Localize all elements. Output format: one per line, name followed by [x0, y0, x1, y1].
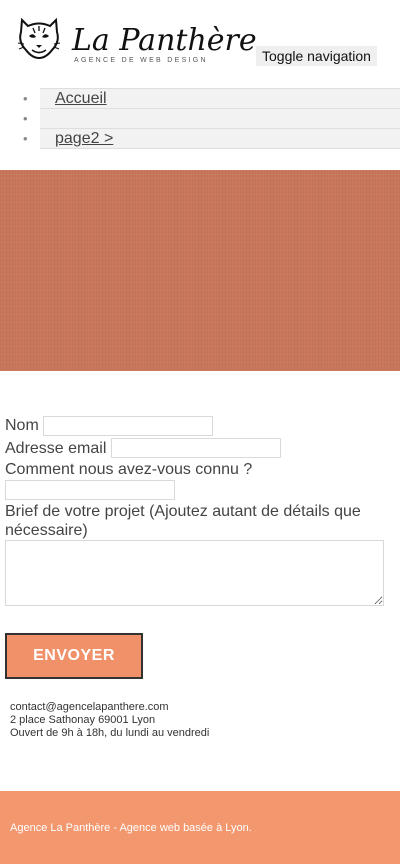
panther-head-icon [17, 17, 61, 60]
site-footer: Agence La Panthère - Agence web basée à … [0, 791, 400, 864]
brief-label-line2: nécessaire) [5, 522, 88, 539]
nav-item-page2: • page2 > [0, 128, 400, 149]
name-field[interactable] [43, 416, 213, 436]
nav-item-empty: • [0, 108, 400, 128]
bullet-icon: • [23, 131, 28, 146]
contact-hours: Ouvert de 9h à 18h, du lundi au vendredi [10, 727, 210, 739]
hero-banner [0, 170, 400, 371]
nav-link-accueil[interactable]: Accueil [55, 89, 107, 109]
contact-info: contact@agencelapanthere.com 2 place Sat… [10, 701, 209, 740]
brief-label-line1: Brief de votre projet (Ajoutez autant de… [5, 503, 361, 520]
nav-item-bar [40, 108, 400, 128]
source-label: Comment nous avez-vous connu ? [5, 461, 253, 478]
brief-textarea[interactable] [5, 540, 384, 606]
nav-link-page2[interactable]: page2 > [55, 129, 113, 149]
brand-tagline: AGENCE DE WEB DESIGN [74, 57, 208, 64]
main-nav: • Accueil • • page2 > [0, 88, 400, 149]
logo[interactable]: La Panthère AGENCE DE WEB DESIGN [16, 14, 257, 64]
toggle-navigation-button[interactable]: Toggle navigation [256, 46, 377, 66]
site-header: La Panthère AGENCE DE WEB DESIGN Toggle … [0, 0, 400, 88]
nav-item-accueil: • Accueil [0, 88, 400, 108]
bullet-icon: • [23, 111, 28, 126]
email-label: Adresse email [5, 440, 107, 457]
contact-email: contact@agencelapanthere.com [10, 701, 169, 713]
bullet-icon: • [23, 91, 28, 106]
brand-name: La Panthère [72, 23, 257, 58]
email-field[interactable] [111, 438, 281, 458]
footer-text: Agence La Panthère - Agence web basée à … [10, 822, 252, 834]
submit-button[interactable]: ENVOYER [5, 633, 143, 679]
contact-address: 2 place Sathonay 69001 Lyon [10, 714, 156, 726]
name-label: Nom [5, 417, 39, 434]
source-field[interactable] [5, 480, 175, 500]
